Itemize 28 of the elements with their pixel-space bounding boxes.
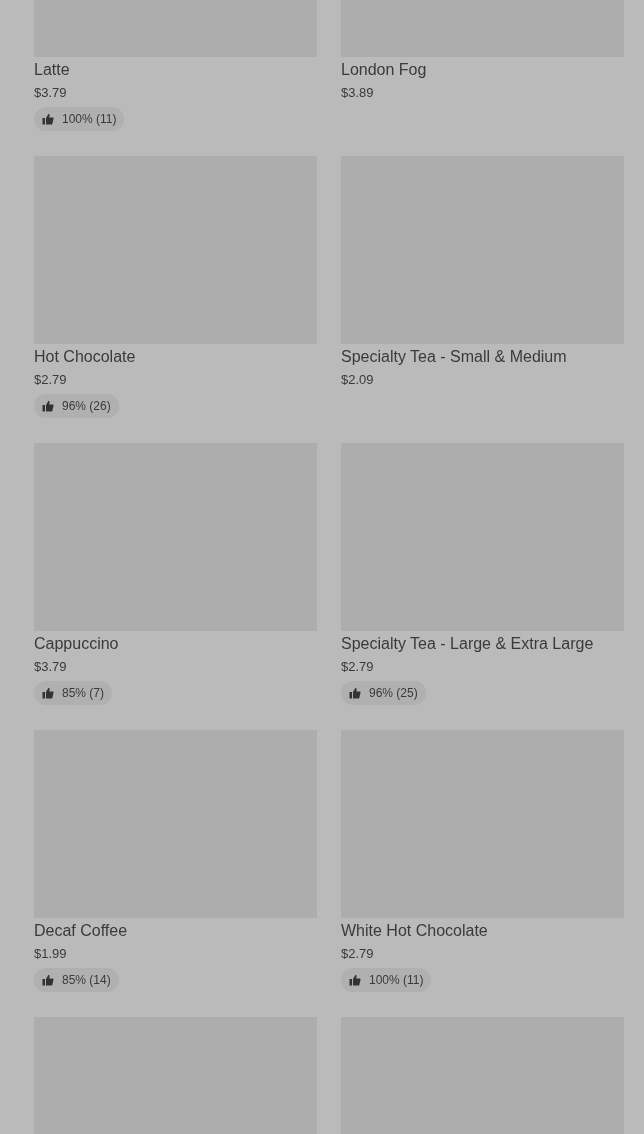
item-price: $3.79	[34, 658, 67, 676]
item-price: $2.79	[341, 658, 374, 676]
thumbs-up-icon	[42, 400, 54, 412]
item-price: $2.79	[341, 945, 374, 963]
thumbs-up-icon	[349, 687, 361, 699]
thumbs-up-icon	[42, 974, 54, 986]
rating-text: 85% (14)	[62, 973, 111, 987]
item-name[interactable]: Decaf Coffee	[34, 918, 128, 944]
rating-text: 100% (11)	[369, 973, 424, 987]
rating-text: 96% (26)	[62, 399, 111, 413]
rating-text: 85% (7)	[62, 686, 105, 700]
item-price: $1.99	[34, 945, 67, 963]
item-name[interactable]: Cappuccino	[34, 631, 119, 657]
item-name[interactable]: Specialty Tea - Small & Medium	[341, 344, 567, 370]
item-name[interactable]: Latte	[34, 57, 70, 83]
item-price: $3.79	[34, 84, 67, 102]
thumbs-up-icon	[42, 687, 54, 699]
item-name[interactable]: Specialty Tea - Large & Extra Large	[341, 631, 594, 657]
item-price: $2.79	[34, 371, 67, 389]
rating-text: 100% (11)	[62, 112, 117, 126]
item-price: $2.09	[341, 371, 374, 389]
thumbs-up-icon	[349, 974, 361, 986]
rating-text: 96% (25)	[369, 686, 418, 700]
item-name[interactable]: Hot Chocolate	[34, 344, 136, 370]
item-price: $3.89	[341, 84, 374, 102]
item-name[interactable]: London Fog	[341, 57, 427, 83]
thumbs-up-icon	[42, 113, 54, 125]
item-name[interactable]: White Hot Chocolate	[341, 918, 488, 944]
